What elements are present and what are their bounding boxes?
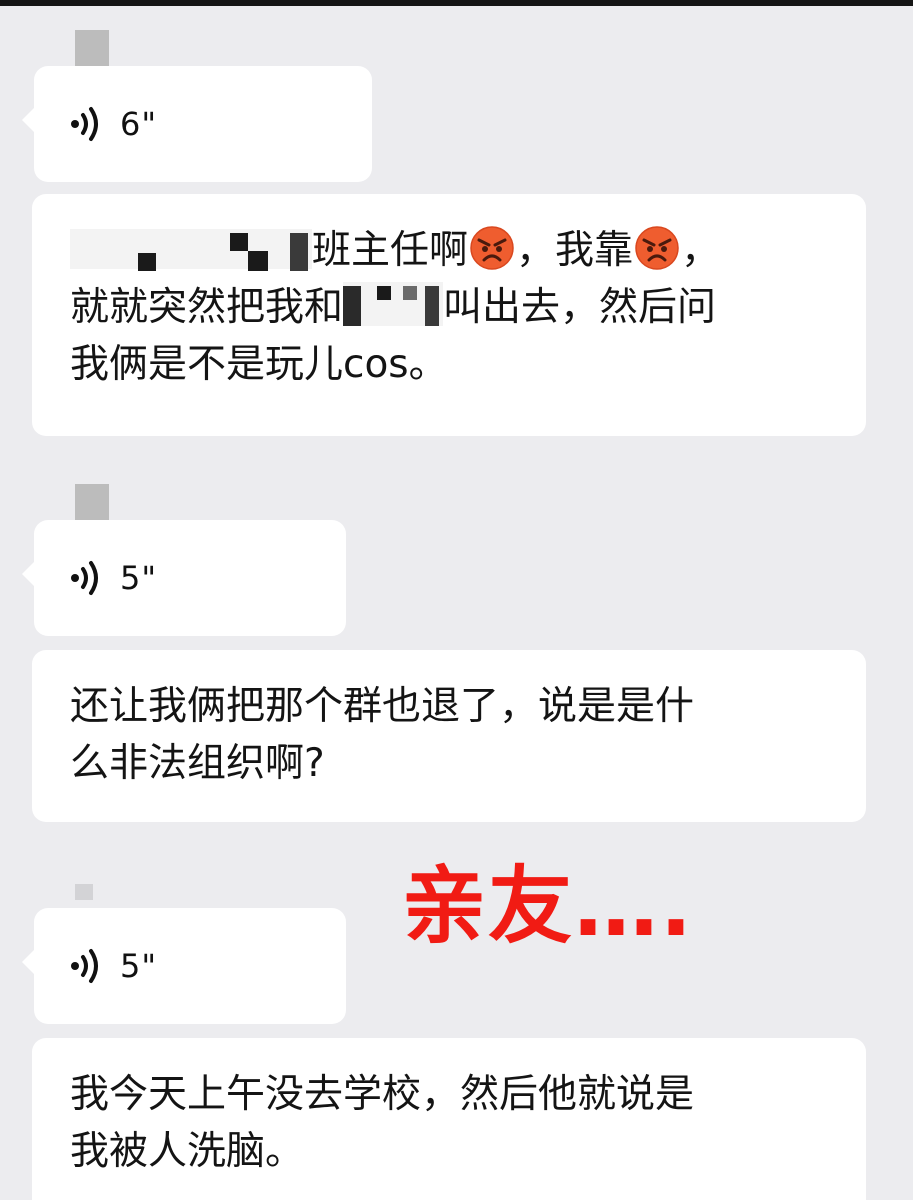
message-line: 还让我俩把那个群也退了，说是是什 [70, 684, 695, 729]
message-text: 还让我俩把那个群也退了，说是是什 么非法组织啊? [70, 678, 836, 792]
pouting-angry-face-icon [470, 226, 514, 270]
voice-wave-icon [70, 948, 102, 984]
voice-message-bubble[interactable]: 5" [22, 520, 346, 636]
text-message-bubble[interactable]: 还让我俩把那个群也退了，说是是什 么非法组织啊? [32, 650, 866, 822]
message-line: 我被人洗脑。 [70, 1129, 305, 1174]
redacted-avatar [75, 484, 109, 520]
caption-overlay: 亲友…. [402, 857, 694, 955]
text-message-bubble[interactable]: 班主任啊 ，我靠 ， 就就突然把我和 叫出去，然后问 我俩是不是玩儿cos。 [32, 194, 866, 436]
redacted-name [343, 282, 444, 326]
redacted-avatar [75, 30, 109, 70]
message-line: 班主任啊 ，我靠 ， [70, 222, 836, 279]
voice-message-bubble[interactable]: 6" [22, 66, 372, 182]
message-line: 我今天上午没去学校，然后他就说是 [70, 1072, 695, 1117]
message-line: 么非法组织啊? [70, 741, 325, 786]
redacted-name [70, 229, 312, 271]
voice-duration-label: 5" [120, 947, 158, 985]
message-text: 班主任啊 ，我靠 ， 就就突然把我和 叫出去，然后问 我俩是不是玩儿cos。 [70, 222, 836, 393]
message-line: 就就突然把我和 叫出去，然后问 [70, 279, 836, 336]
message-line: 我俩是不是玩儿cos。 [70, 342, 448, 387]
message-segment: 就就突然把我和 [70, 285, 344, 330]
message-text: 我今天上午没去学校，然后他就说是 我被人洗脑。 [70, 1066, 836, 1180]
voice-message-bubble[interactable]: 5" [22, 908, 346, 1024]
pouting-angry-face-icon [635, 226, 679, 270]
text-message-bubble[interactable]: 我今天上午没去学校，然后他就说是 我被人洗脑。 [32, 1038, 866, 1200]
message-segment: 叫出去，然后问 [443, 285, 717, 330]
voice-duration-label: 6" [120, 105, 158, 143]
voice-duration-label: 5" [120, 559, 158, 597]
redacted-avatar [75, 884, 93, 900]
message-segment: ， [681, 228, 721, 273]
voice-wave-icon [70, 106, 102, 142]
message-segment: 班主任啊 [312, 228, 469, 273]
voice-wave-icon [70, 560, 102, 596]
top-edge-bar [0, 0, 913, 6]
message-segment: ，我靠 [516, 228, 634, 273]
